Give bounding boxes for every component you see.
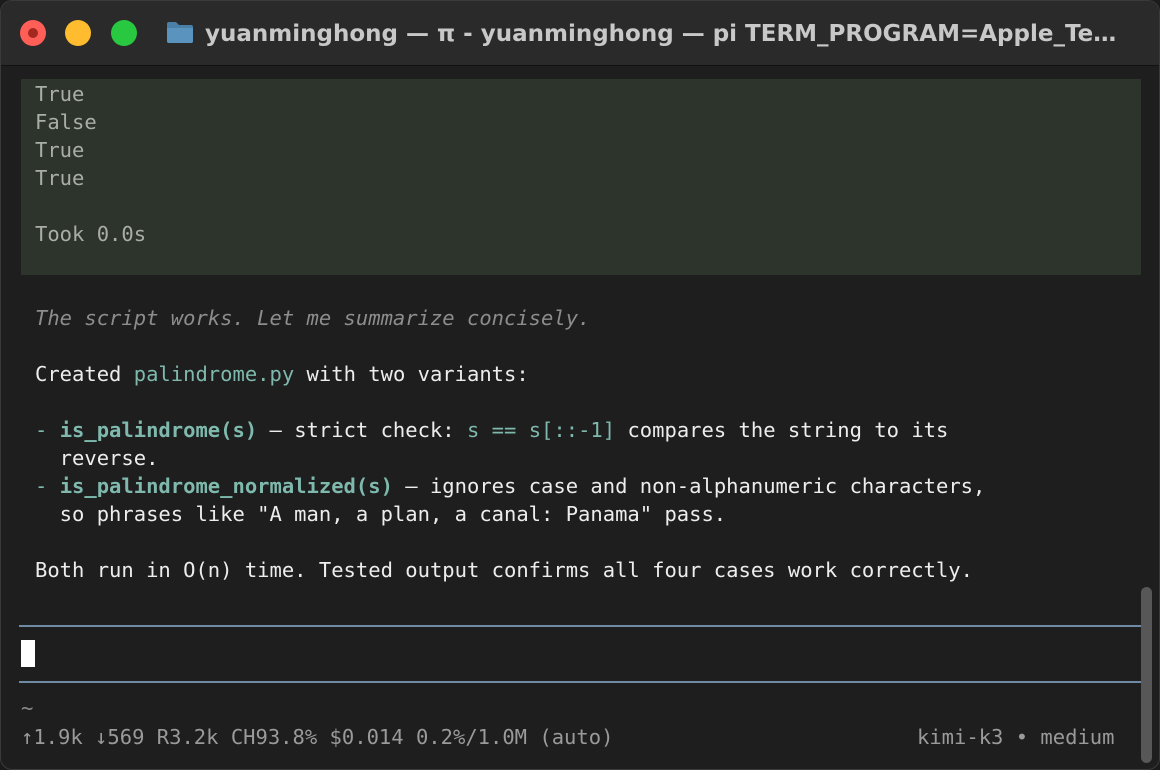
inline-code: s == s[::-1] bbox=[467, 418, 616, 442]
intro-suffix: with two variants: bbox=[294, 362, 529, 386]
bullet-text: compares the string to its bbox=[615, 418, 949, 442]
tool-output-line: True bbox=[35, 138, 85, 162]
scrollbar-thumb[interactable] bbox=[1141, 587, 1152, 763]
bullet-text: — strict check: bbox=[257, 418, 467, 442]
tool-output-line: False bbox=[35, 110, 97, 134]
function-name: is_palindrome_normalized(s) bbox=[59, 474, 393, 498]
prompt-input[interactable] bbox=[19, 629, 1143, 677]
minimize-button[interactable] bbox=[65, 20, 91, 46]
input-bottom-rule bbox=[19, 681, 1143, 683]
bullet-text: — ignores case and non-alphanumeric char… bbox=[392, 474, 986, 498]
zoom-button[interactable] bbox=[111, 20, 137, 46]
text-cursor bbox=[21, 640, 35, 667]
bullet-continuation: reverse. bbox=[35, 446, 159, 470]
input-top-rule bbox=[19, 625, 1143, 627]
close-button[interactable] bbox=[20, 20, 46, 46]
bullet-dash: - bbox=[35, 418, 60, 442]
tool-output-line: True bbox=[35, 166, 85, 190]
model-indicator: kimi-k3 • medium bbox=[917, 725, 1115, 749]
summary-conclusion: Both run in O(n) time. Tested output con… bbox=[35, 558, 973, 582]
token-stats: ↑1.9k ↓569 R3.2k CH93.8% $0.014 0.2%/1.0… bbox=[21, 725, 614, 749]
terminal-window: yuanminghong — π - yuanminghong — pi TER… bbox=[0, 0, 1160, 770]
tool-output-timing: Took 0.0s bbox=[35, 222, 147, 246]
title-bar: yuanminghong — π - yuanminghong — pi TER… bbox=[1, 1, 1159, 66]
bullet-item-2: - is_palindrome_normalized(s) — ignores … bbox=[35, 472, 985, 500]
tool-output-line: True bbox=[35, 82, 85, 106]
bullet-dash: - bbox=[35, 474, 60, 498]
function-name: is_palindrome(s) bbox=[59, 418, 258, 442]
bullet-continuation: so phrases like "A man, a plan, a canal:… bbox=[35, 502, 727, 526]
thinking-text: The script works. Let me summarize conci… bbox=[35, 306, 591, 330]
summary-intro: Created palindrome.py with two variants: bbox=[35, 360, 529, 388]
file-name: palindrome.py bbox=[133, 362, 295, 386]
cwd-label: ~ bbox=[21, 696, 34, 720]
folder-icon bbox=[167, 22, 193, 43]
window-title: yuanminghong — π - yuanminghong — pi TER… bbox=[205, 21, 1125, 47]
bullet-item-1: - is_palindrome(s) — strict check: s == … bbox=[35, 416, 948, 444]
terminal-content[interactable]: True False True True Took 0.0s The scrip… bbox=[1, 66, 1159, 769]
intro-prefix: Created bbox=[35, 362, 134, 386]
tool-output-block: True False True True Took 0.0s bbox=[21, 79, 1141, 275]
